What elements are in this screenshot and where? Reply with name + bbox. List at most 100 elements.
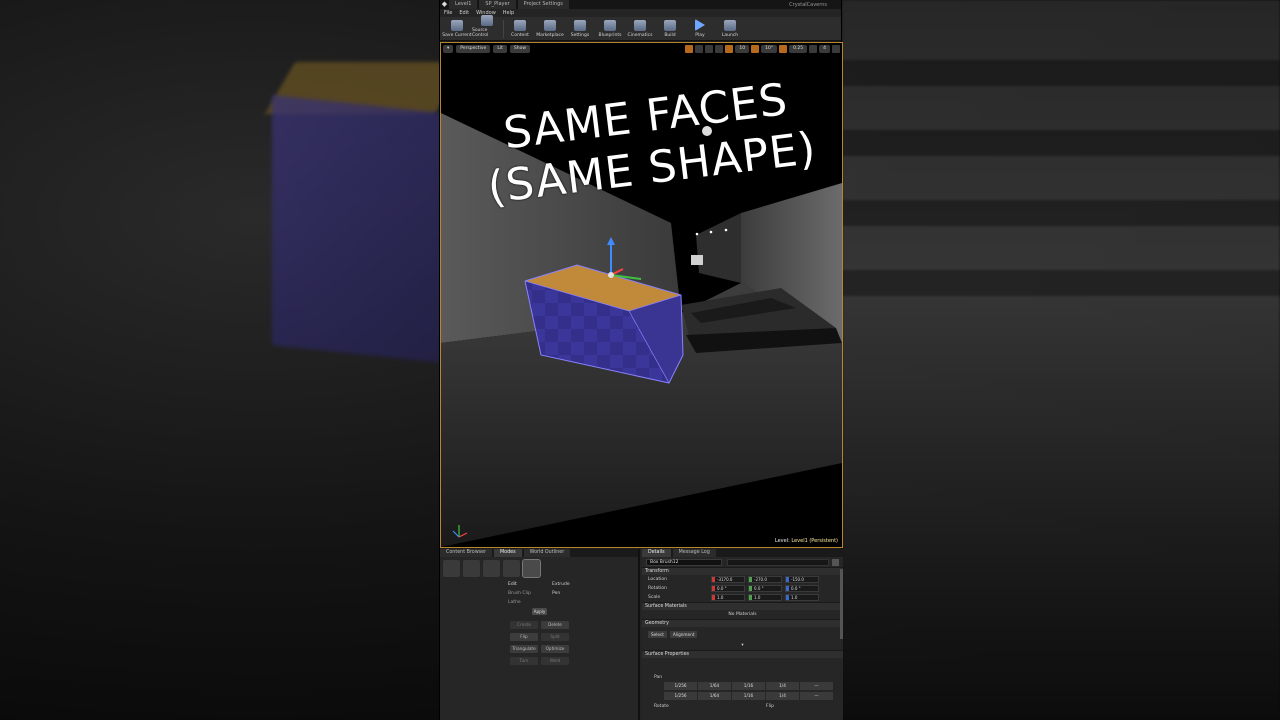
- option-edit-row[interactable]: Edit Extrude: [440, 580, 638, 589]
- translate-mode-icon[interactable]: [685, 45, 694, 53]
- perspective-button[interactable]: Perspective: [456, 45, 491, 53]
- details-panel: Details Message Log Box Brush12 Transfor…: [642, 549, 843, 720]
- flip-button[interactable]: Flip: [510, 633, 538, 641]
- delete-button[interactable]: Delete: [541, 621, 569, 629]
- details-search-input[interactable]: [727, 558, 829, 566]
- pan-u-row: 1/256 1/64 1/16 1/4 —: [664, 682, 834, 690]
- option-brush-clip-row[interactable]: Brush Clip Pen: [440, 589, 638, 598]
- player-start-icon[interactable]: [691, 255, 703, 265]
- gear-icon: [574, 20, 586, 31]
- apply-button[interactable]: Apply: [532, 608, 547, 615]
- tab-content-browser[interactable]: Content Browser: [440, 549, 493, 557]
- geometry-mode-icon[interactable]: [522, 559, 541, 578]
- tab-message-log[interactable]: Message Log: [672, 549, 716, 557]
- details-scrollbar[interactable]: [840, 569, 843, 639]
- geometry-section-header[interactable]: Geometry: [642, 619, 843, 627]
- show-button[interactable]: Show: [509, 45, 531, 53]
- object-name-field[interactable]: Box Brush12: [646, 558, 722, 566]
- menu-help[interactable]: Help: [503, 9, 514, 17]
- flip-label: Flip: [766, 704, 774, 709]
- transform-section-header[interactable]: Transform: [642, 567, 843, 575]
- menu-edit[interactable]: Edit: [459, 9, 469, 17]
- select-dropdown[interactable]: Select: [648, 630, 667, 638]
- option-extrude[interactable]: Extrude: [552, 580, 570, 589]
- content-button[interactable]: Content: [505, 20, 535, 38]
- weld-button[interactable]: Weld: [541, 657, 569, 665]
- geometry-actions-row: Select Alignment: [642, 627, 843, 641]
- rotation-snap-icon[interactable]: [751, 45, 760, 53]
- landscape-mode-icon[interactable]: [483, 560, 500, 577]
- location-y-field[interactable]: -270.0: [748, 576, 782, 583]
- viewport-snap-controls: 10 10° 0.25 4: [685, 45, 840, 54]
- pan-u-64[interactable]: 1/64: [698, 682, 731, 690]
- world-local-icon[interactable]: [715, 45, 724, 53]
- project-name: CrystalCaverns: [789, 1, 827, 8]
- option-lathe-row[interactable]: Lathe: [440, 598, 638, 607]
- pan-u-custom[interactable]: —: [800, 682, 833, 690]
- build-button[interactable]: Build: [655, 20, 685, 38]
- location-z-field[interactable]: -150.0: [785, 576, 819, 583]
- pan-controls: Pan 1/256 1/64 1/16 1/4 — 1/256 1/64 1/1…: [650, 675, 834, 709]
- blueprints-button[interactable]: Blueprints: [595, 20, 625, 38]
- maximize-viewport-icon[interactable]: [832, 45, 840, 53]
- rotation-z-field[interactable]: 0.0 °: [785, 585, 819, 592]
- source-control-button[interactable]: Source Control: [472, 15, 502, 38]
- lit-button[interactable]: Lit: [493, 45, 507, 53]
- grid-snap-value[interactable]: 10: [735, 45, 750, 53]
- current-level-label: Level: Level1 (Persistent): [774, 538, 838, 544]
- launch-button[interactable]: Launch: [715, 20, 745, 38]
- camera-speed-value[interactable]: 4: [819, 45, 830, 53]
- pan-u-4[interactable]: 1/4: [766, 682, 799, 690]
- cinematics-button[interactable]: Cinematics: [625, 20, 655, 38]
- save-current-button[interactable]: Save Current: [442, 20, 472, 38]
- play-button[interactable]: Play: [685, 19, 715, 38]
- surface-properties-header[interactable]: Surface Properties: [642, 650, 843, 658]
- rotate-label: Rotate: [654, 704, 669, 709]
- tab-sp-player[interactable]: SP_Player: [479, 0, 516, 9]
- pan-v-custom[interactable]: —: [800, 692, 833, 700]
- alignment-dropdown[interactable]: Alignment: [669, 630, 698, 638]
- rotation-snap-value[interactable]: 10°: [761, 45, 778, 53]
- optimize-button[interactable]: Optimize: [541, 645, 569, 653]
- pan-v-256[interactable]: 1/256: [664, 692, 697, 700]
- tab-project-settings[interactable]: Project Settings: [517, 0, 569, 9]
- scale-snap-value[interactable]: 0.25: [789, 45, 808, 53]
- turn-button[interactable]: Turn: [510, 657, 538, 665]
- location-x-field[interactable]: -3170.0: [711, 576, 745, 583]
- pan-v-4[interactable]: 1/4: [766, 692, 799, 700]
- scale-mode-icon[interactable]: [705, 45, 714, 53]
- foliage-mode-icon[interactable]: [503, 560, 520, 577]
- pan-v-16[interactable]: 1/16: [732, 692, 765, 700]
- scale-z-field[interactable]: 1.0: [785, 594, 819, 601]
- scale-y-field[interactable]: 1.0: [748, 594, 782, 601]
- menu-file[interactable]: File: [444, 9, 452, 17]
- tab-modes[interactable]: Modes: [494, 549, 522, 557]
- toolbar-separator: [503, 20, 504, 38]
- rotate-mode-icon[interactable]: [695, 45, 704, 53]
- viewport-options-button[interactable]: ▾: [443, 45, 454, 53]
- split-button[interactable]: Split: [541, 633, 569, 641]
- paint-mode-icon[interactable]: [463, 560, 480, 577]
- level-viewport[interactable]: ▾ Perspective Lit Show 10 10° 0.25 4 SAM…: [440, 42, 843, 548]
- rotation-x-field[interactable]: 0.0 °: [711, 585, 745, 592]
- scale-snap-icon[interactable]: [779, 45, 788, 53]
- marketplace-button[interactable]: Marketplace: [535, 20, 565, 38]
- pan-u-16[interactable]: 1/16: [732, 682, 765, 690]
- rotation-y-field[interactable]: 0.0 °: [748, 585, 782, 592]
- settings-button[interactable]: Settings: [565, 20, 595, 38]
- create-button[interactable]: Create: [510, 621, 538, 629]
- expand-arrow-icon[interactable]: ▾: [642, 641, 843, 650]
- surface-materials-header[interactable]: Surface Materials: [642, 602, 843, 610]
- tab-world-outliner[interactable]: World Outliner: [523, 549, 571, 557]
- camera-speed-icon[interactable]: [809, 45, 818, 53]
- place-mode-icon[interactable]: [443, 560, 460, 577]
- pan-v-64[interactable]: 1/64: [698, 692, 731, 700]
- option-pen[interactable]: Pen: [552, 589, 560, 598]
- tab-level[interactable]: Level1: [449, 0, 478, 9]
- triangulate-button[interactable]: Triangulate: [510, 645, 538, 653]
- view-options-icon[interactable]: [832, 558, 839, 566]
- grid-snap-icon[interactable]: [725, 45, 734, 53]
- tab-details[interactable]: Details: [642, 549, 671, 557]
- scale-x-field[interactable]: 1.0: [711, 594, 745, 601]
- pan-u-256[interactable]: 1/256: [664, 682, 697, 690]
